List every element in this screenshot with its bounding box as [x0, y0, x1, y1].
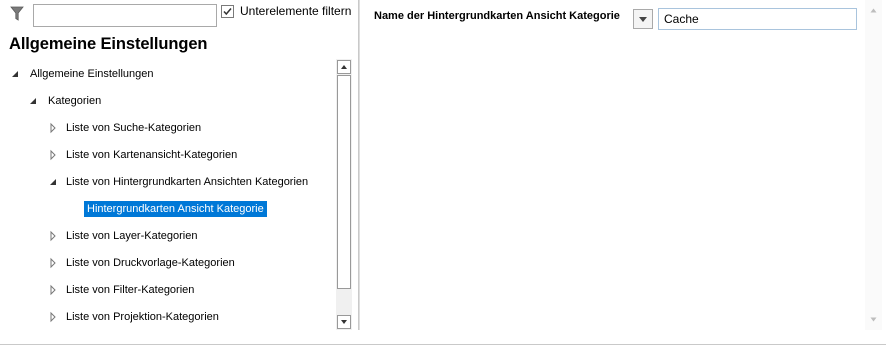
dropdown-arrow-icon — [639, 17, 647, 22]
scroll-down-arrow-icon — [870, 317, 877, 322]
left-pane: Unterelemente filtern Allgemeine Einstel… — [0, 0, 358, 345]
collapsed-arrow-icon[interactable] — [48, 145, 58, 165]
tree-scrollbar[interactable] — [336, 59, 352, 330]
filter-subelements-label: Unterelemente filtern — [240, 4, 352, 18]
section-title: Allgemeine Einstellungen — [9, 35, 208, 53]
scroll-down-button[interactable] — [867, 313, 880, 326]
expanded-arrow-icon[interactable] — [10, 64, 20, 84]
tree-node-label: Liste von Hintergrundkarten Ansichten Ka… — [66, 176, 309, 188]
filter-subelements-checkbox[interactable] — [221, 5, 234, 18]
tree-node-label: Kategorien — [48, 95, 102, 107]
scroll-up-button[interactable] — [867, 4, 880, 17]
scroll-up-arrow-icon — [341, 65, 347, 69]
tree-node-label: Liste von Filter-Kategorien — [66, 284, 195, 296]
pane-splitter[interactable] — [358, 0, 360, 330]
tree-node-label: Hintergrundkarten Ansicht Kategorie — [84, 201, 267, 217]
property-value-input[interactable] — [658, 8, 857, 30]
editor-window: Unterelemente filtern Allgemeine Einstel… — [0, 0, 886, 345]
settings-tree: Allgemeine Einstellungen Kategorien List… — [0, 60, 336, 330]
collapsed-arrow-icon[interactable] — [48, 253, 58, 273]
tree-node-label: Liste von Projektion-Kategorien — [66, 311, 219, 323]
scroll-thumb[interactable] — [337, 75, 351, 289]
scroll-down-button[interactable] — [337, 315, 351, 329]
checkmark-icon — [223, 8, 232, 16]
filter-input[interactable] — [33, 4, 217, 27]
collapsed-arrow-icon[interactable] — [48, 307, 58, 327]
collapsed-arrow-icon[interactable] — [48, 226, 58, 246]
scroll-up-arrow-icon — [870, 8, 877, 13]
funnel-icon[interactable] — [10, 6, 24, 22]
tree-node-label: Allgemeine Einstellungen — [30, 68, 154, 80]
collapsed-arrow-icon[interactable] — [48, 280, 58, 300]
expanded-arrow-icon[interactable] — [48, 172, 58, 192]
scroll-up-button[interactable] — [337, 60, 351, 74]
tree-node-label: Liste von Suche-Kategorien — [66, 122, 202, 134]
tree-node-label: Liste von Kartenansicht-Kategorien — [66, 149, 238, 161]
scroll-down-arrow-icon — [341, 320, 347, 324]
collapsed-arrow-icon[interactable] — [48, 118, 58, 138]
expanded-arrow-icon[interactable] — [28, 91, 38, 111]
properties-scrollbar[interactable] — [865, 0, 882, 330]
tree-node-label: Liste von Layer-Kategorien — [66, 230, 198, 242]
property-label: Name der Hintergrundkarten Ansicht Kateg… — [374, 10, 620, 22]
property-dropdown-button[interactable] — [633, 9, 653, 29]
tree-node-label: Liste von Druckvorlage-Kategorien — [66, 257, 235, 269]
